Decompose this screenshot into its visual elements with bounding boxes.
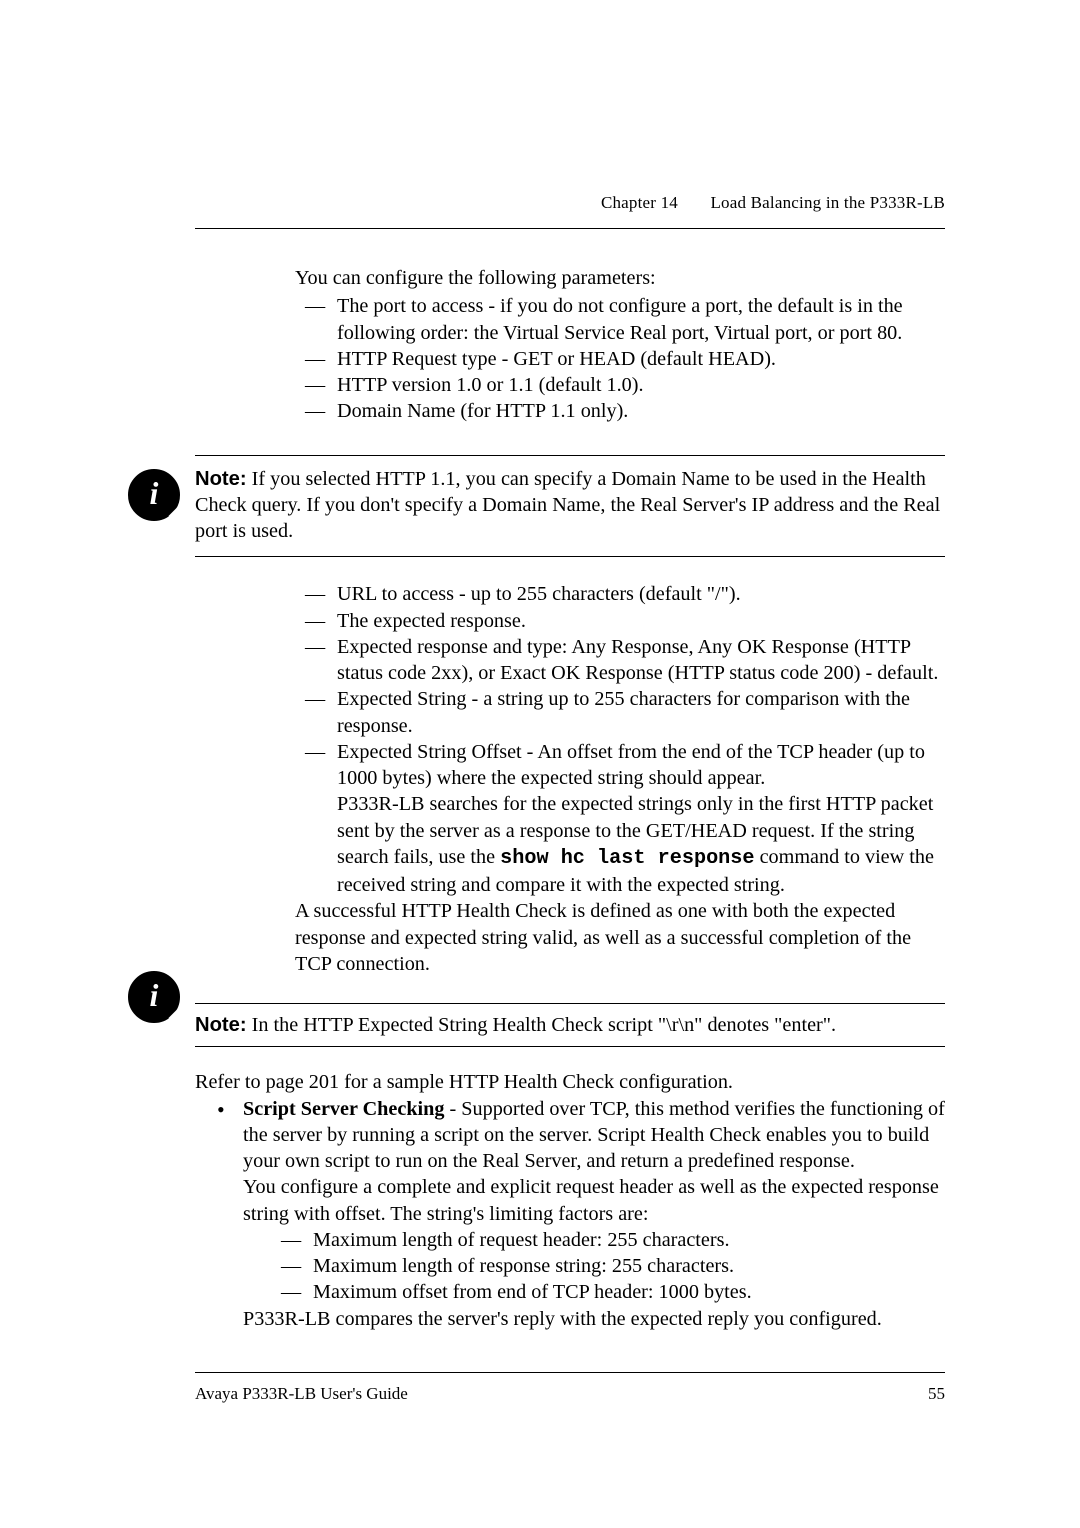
tcp-success-para: A successful HTTP Health Check is define…	[295, 898, 945, 977]
divider	[195, 1003, 945, 1004]
note-body: Note: In the HTTP Expected String Health…	[195, 1012, 945, 1038]
config-params-lead: You can configure the following paramete…	[295, 265, 945, 291]
config-params-block: You can configure the following paramete…	[295, 265, 945, 425]
note-domain-name: Note: If you selected HTTP 1.1, you can …	[195, 455, 945, 558]
item-text-a: Expected String Offset - An offset from …	[337, 741, 925, 789]
list-item: Maximum length of response string: 255 c…	[271, 1253, 945, 1279]
note-text: In the HTTP Expected String Health Check…	[252, 1014, 836, 1036]
note-escape-chars: Note: In the HTTP Expected String Health…	[195, 1003, 945, 1047]
list-item: Expected String - a string up to 255 cha…	[295, 686, 945, 739]
dash-list: URL to access - up to 255 characters (de…	[295, 581, 945, 898]
chapter-label: Chapter 14	[601, 193, 678, 212]
bullet-tail-para: P333R-LB compares the server's reply wit…	[243, 1306, 945, 1332]
list-item-expected-offset: Expected String Offset - An offset from …	[295, 739, 945, 899]
script-server-bullet: Script Server Checking - Supported over …	[217, 1096, 945, 1332]
running-header: Chapter 14 Load Balancing in the P333R-L…	[195, 0, 945, 229]
divider	[195, 455, 945, 456]
chapter-title: Load Balancing in the P333R-LB	[710, 193, 945, 212]
bullet-para2: You configure a complete and explicit re…	[243, 1174, 945, 1227]
limiting-factors-list: Maximum length of request header: 255 ch…	[271, 1227, 945, 1306]
list-item: The expected response.	[295, 608, 945, 634]
config-params-list: The port to access - if you do not confi…	[295, 293, 945, 424]
list-item: The port to access - if you do not confi…	[295, 293, 945, 346]
note-text: If you selected HTTP 1.1, you can specif…	[195, 468, 940, 543]
refer-text: Refer to page 201 for a sample HTTP Heal…	[195, 1069, 945, 1095]
note-label: Note:	[195, 1014, 247, 1036]
list-item: Maximum offset from end of TCP header: 1…	[271, 1279, 945, 1305]
info-icon: i	[128, 971, 180, 1023]
additional-params-list: URL to access - up to 255 characters (de…	[295, 581, 945, 898]
bullet-strong: Script Server Checking	[243, 1098, 444, 1120]
page-content: Chapter 14 Load Balancing in the P333R-L…	[195, 0, 945, 1332]
note-label: Note:	[195, 468, 247, 490]
page-footer: Avaya P333R-LB User's Guide 55	[195, 1372, 945, 1405]
divider	[195, 1046, 945, 1047]
list-item: Domain Name (for HTTP 1.1 only).	[295, 398, 945, 424]
list-item: Expected response and type: Any Response…	[295, 634, 945, 687]
footer-left: Avaya P333R-LB User's Guide	[195, 1383, 408, 1405]
info-icon: i	[128, 469, 180, 521]
list-item: Maximum length of request header: 255 ch…	[271, 1227, 945, 1253]
list-item: HTTP Request type - GET or HEAD (default…	[295, 346, 945, 372]
page-number: 55	[928, 1383, 945, 1405]
list-item: HTTP version 1.0 or 1.1 (default 1.0).	[295, 372, 945, 398]
divider	[195, 556, 945, 557]
list-item: URL to access - up to 255 characters (de…	[295, 581, 945, 607]
note-body: Note: If you selected HTTP 1.1, you can …	[195, 466, 945, 545]
code-text: show hc last response	[500, 847, 754, 870]
